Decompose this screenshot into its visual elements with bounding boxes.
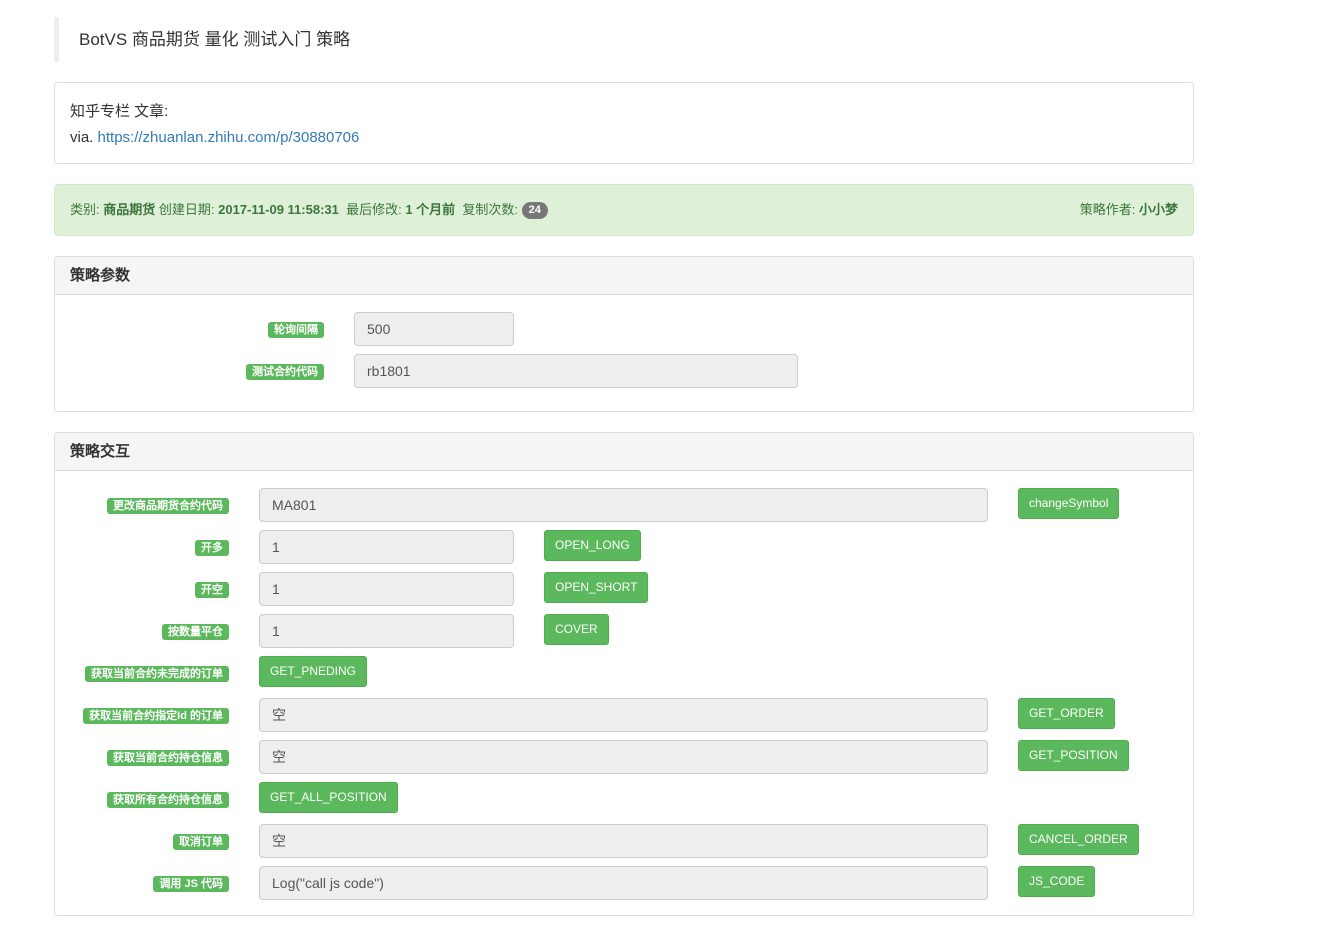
interaction-row: 获取当前合约指定Id 的订单 [55, 699, 229, 733]
command-input[interactable]: MA801 [259, 488, 988, 522]
via-label: via. [70, 129, 94, 146]
command-input[interactable]: Log("call js code") [259, 866, 988, 900]
params-panel: 策略参数 轮询间隔 500 测试合约代码 rb1801 [54, 256, 1194, 412]
get-all-position-button[interactable]: GET_ALL_POSITION [259, 782, 398, 813]
command-label: 更改商品期货合约代码 [107, 498, 229, 514]
article-link[interactable]: https://zhuanlan.zhihu.com/p/30880706 [98, 129, 360, 146]
command-label: 开多 [195, 540, 229, 556]
changesymbol-button[interactable]: changeSymbol [1018, 488, 1120, 519]
description-text: 知乎专栏 文章: [70, 103, 169, 120]
copies-label: 复制次数: [462, 202, 519, 217]
interaction-row: 开空 [55, 573, 229, 607]
page-title: BotVS 商品期货 量化 测试入门 策略 [54, 17, 1194, 62]
cancel-order-button[interactable]: CANCEL_ORDER [1018, 824, 1139, 855]
command-input[interactable]: 1 [259, 572, 514, 606]
modified-label: 最后修改: [346, 202, 402, 217]
get-position-button[interactable]: GET_POSITION [1018, 740, 1129, 771]
command-input[interactable]: 空 [259, 698, 988, 732]
interaction-row: 取消订单 [55, 825, 229, 859]
interaction-row: 按数量平仓 [55, 615, 229, 649]
command-label: 获取所有合约持仓信息 [107, 792, 229, 808]
command-input[interactable]: 1 [259, 530, 514, 564]
params-heading: 策略参数 [55, 257, 1193, 295]
param-input-interval[interactable]: 500 [354, 312, 514, 346]
command-label: 开空 [195, 582, 229, 598]
open-long-button[interactable]: OPEN_LONG [544, 530, 641, 561]
author-value: 小小梦 [1138, 202, 1178, 217]
command-label: 获取当前合约持仓信息 [107, 750, 229, 766]
param-label: 测试合约代码 [246, 364, 324, 380]
category-value: 商品期货 [103, 202, 156, 217]
command-label: 获取当前合约指定Id 的订单 [83, 708, 229, 724]
interaction-row: 获取所有合约持仓信息 [55, 783, 229, 817]
get-order-button[interactable]: GET_ORDER [1018, 698, 1115, 729]
param-label: 轮询间隔 [268, 322, 324, 338]
interaction-row: 更改商品期货合约代码 [55, 489, 229, 523]
interaction-panel: 策略交互 更改商品期货合约代码 MA801 changeSymbol 开多 1 OPEN_… [54, 432, 1194, 916]
interaction-row: 获取当前合约持仓信息 [55, 741, 229, 775]
description-box: 知乎专栏 文章: via. https://zhuanlan.zhihu.com… [54, 82, 1194, 164]
command-label: 调用 JS 代码 [153, 876, 229, 892]
cover-button[interactable]: COVER [544, 614, 609, 645]
interaction-heading: 策略交互 [55, 433, 1193, 471]
category-label: 类别: [70, 202, 100, 217]
command-input[interactable]: 1 [259, 614, 514, 648]
interaction-row: 获取当前合约未完成的订单 [55, 657, 229, 691]
command-input[interactable]: 空 [259, 824, 988, 858]
command-input[interactable]: 空 [259, 740, 988, 774]
interaction-row: 调用 JS 代码 [55, 867, 229, 901]
command-label: 按数量平仓 [162, 624, 229, 640]
open-short-button[interactable]: OPEN_SHORT [544, 572, 649, 603]
info-bar: 类别: 商品期货 创建日期: 2017-11-09 11:58:31 最后修改:… [54, 184, 1194, 236]
created-label: 创建日期: [158, 202, 215, 217]
get-pneding-button[interactable]: GET_PNEDING [259, 656, 368, 687]
js-code-button[interactable]: JS_CODE [1018, 866, 1096, 897]
author-label: 策略作者: [1079, 202, 1136, 217]
param-input-symbol[interactable]: rb1801 [354, 354, 798, 388]
copies-badge: 24 [521, 202, 548, 220]
interaction-row: 开多 [55, 531, 229, 565]
command-label: 获取当前合约未完成的订单 [85, 666, 229, 682]
command-label: 取消订单 [173, 834, 229, 850]
created-value: 2017-11-09 11:58:31 [218, 202, 339, 217]
modified-value: 1 个月前 [405, 202, 456, 217]
